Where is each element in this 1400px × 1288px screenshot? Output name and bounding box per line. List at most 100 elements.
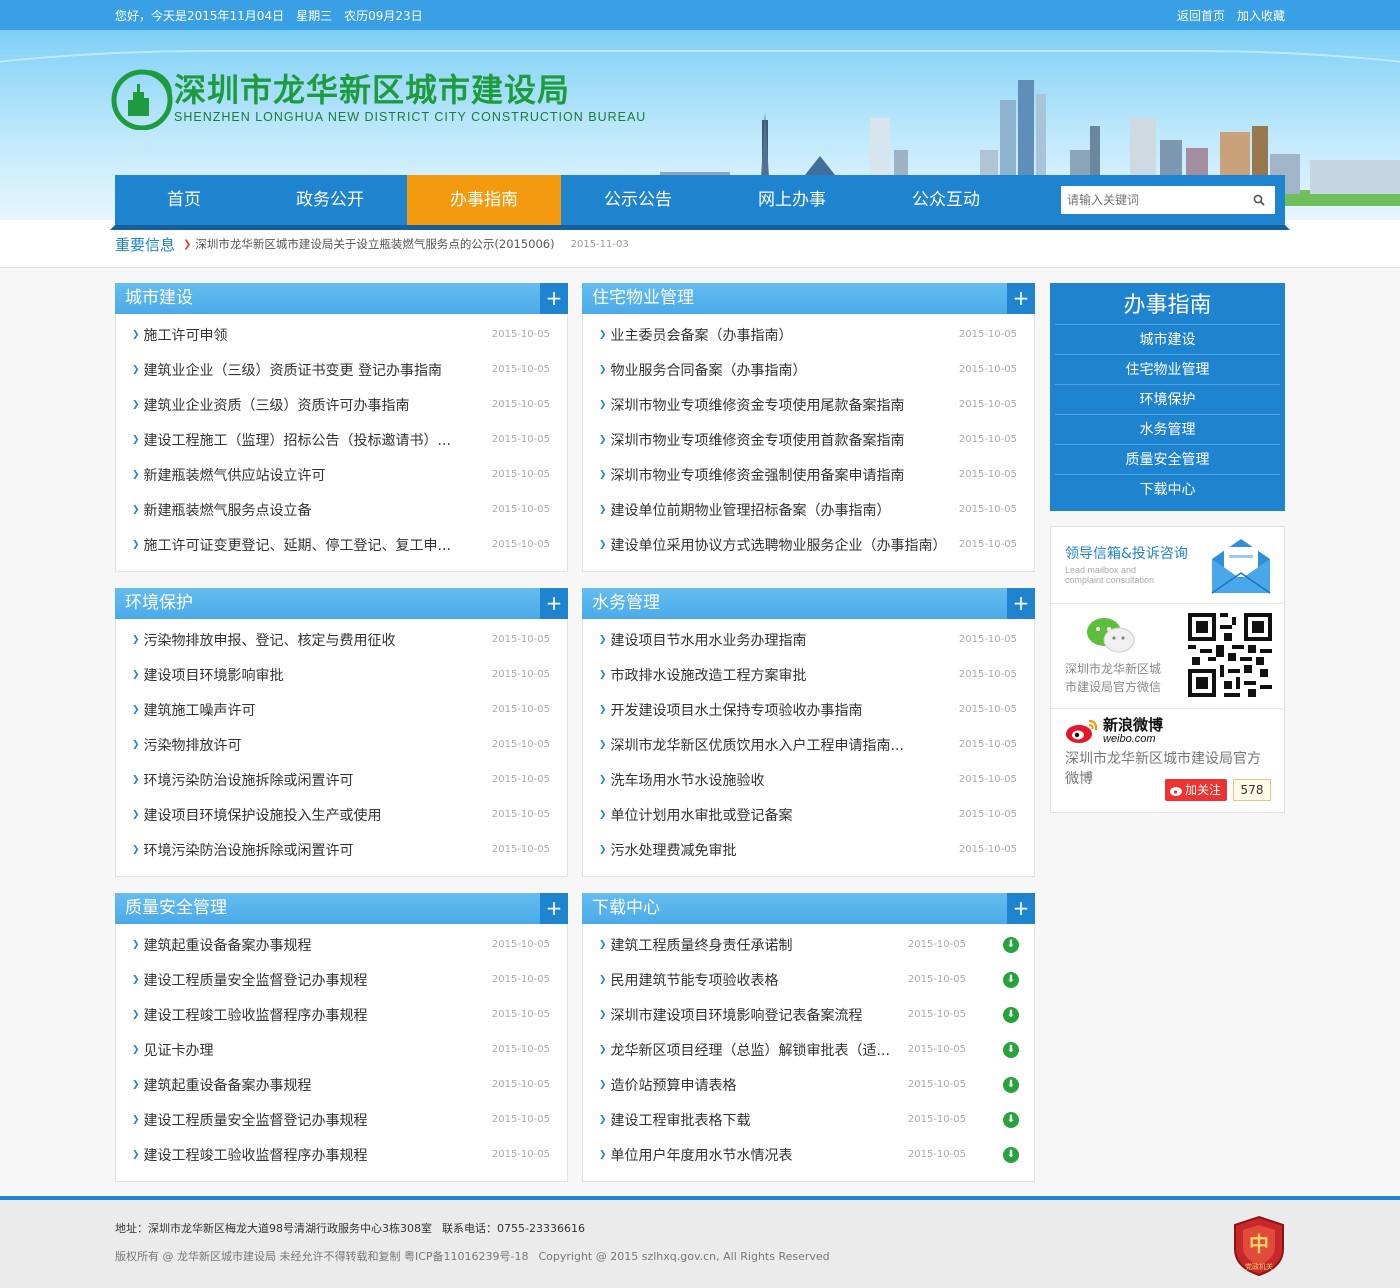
leader-mailbox-link[interactable]: 领导信箱&投诉咨询 Lead mailbox and complaint cons… (1051, 527, 1284, 604)
bullet-arrow-icon: ❯ (132, 1079, 140, 1090)
list-item-date: 2015-10-05 (907, 1114, 966, 1125)
list-item-link[interactable]: 施工许可申领 (144, 325, 228, 345)
search-button[interactable] (1247, 186, 1271, 214)
download-icon[interactable]: ⬇ (1003, 1076, 1019, 1093)
list-item-link[interactable]: 民用建筑节能专项验收表格 (611, 970, 779, 990)
list-item-link[interactable]: 污染物排放许可 (144, 735, 242, 755)
nav-service-guide[interactable]: 办事指南 (407, 175, 561, 225)
nav-online-service[interactable]: 网上办事 (715, 175, 869, 225)
list-item-link[interactable]: 污染物排放申报、登记、核定与费用征收 (144, 630, 396, 650)
list-item-link[interactable]: 建设工程施工（监理）招标公告（投标邀请书）... (144, 430, 451, 450)
nav-government-affairs[interactable]: 政务公开 (253, 175, 407, 225)
list-item-link[interactable]: 深圳市建设项目环境影响登记表备案流程 (611, 1005, 863, 1025)
list-item: ❯ 建设项目环境保护设施投入生产或使用 2015-10-05 (116, 797, 567, 832)
follow-label: 加关注 (1185, 783, 1222, 797)
more-plus-icon[interactable]: + (540, 893, 568, 924)
search-input[interactable] (1061, 186, 1247, 214)
list-item-link[interactable]: 建筑起重设备备案办事规程 (144, 1075, 312, 1095)
list-item-link[interactable]: 龙华新区项目经理（总监）解锁审批表（适... (611, 1040, 890, 1060)
list-item-link[interactable]: 建设单位采用协议方式选聘物业服务企业（办事指南） (611, 535, 947, 555)
list-item: ❯ 建设单位前期物业管理招标备案（办事指南） 2015-10-05 (583, 492, 1034, 527)
list-item-link[interactable]: 建设工程质量安全监督登记办事规程 (144, 1110, 368, 1130)
list-item: ❯ 物业服务合同备案（办事指南） 2015-10-05 (583, 352, 1034, 387)
list-item-link[interactable]: 深圳市物业专项维修资金强制使用备案申请指南 (611, 465, 905, 485)
nav-home[interactable]: 首页 (115, 175, 253, 225)
list-item-link[interactable]: 新建瓶装燃气服务点设立备 (144, 500, 312, 520)
more-plus-icon[interactable]: + (540, 283, 568, 314)
list-item-link[interactable]: 建筑工程质量终身责任承诺制 (611, 935, 793, 955)
download-icon[interactable]: ⬇ (1003, 1006, 1019, 1023)
list-item-link[interactable]: 建设工程竣工验收监督程序办事规程 (144, 1145, 368, 1165)
list-item-link[interactable]: 新建瓶装燃气供应站设立许可 (144, 465, 326, 485)
more-plus-icon[interactable]: + (1007, 893, 1035, 924)
guide-item-download-center[interactable]: 下载中心 (1055, 475, 1280, 505)
download-icon[interactable]: ⬇ (1003, 1146, 1019, 1163)
list-item-link[interactable]: 建设工程质量安全监督登记办事规程 (144, 970, 368, 990)
list-item-link[interactable]: 建筑起重设备备案办事规程 (144, 935, 312, 955)
download-icon[interactable]: ⬇ (1003, 1041, 1019, 1058)
guide-item-urban-construction[interactable]: 城市建设 (1055, 325, 1280, 355)
list-item-date: 2015-10-05 (958, 364, 1017, 375)
list-item-link[interactable]: 见证卡办理 (144, 1040, 214, 1060)
list-item-link[interactable]: 建设工程竣工验收监督程序办事规程 (144, 1005, 368, 1025)
list-item-link[interactable]: 建设项目环境影响审批 (144, 665, 284, 685)
panel-title: 住宅物业管理 (592, 288, 694, 308)
list-item-date: 2015-10-05 (958, 469, 1017, 480)
list-item-link[interactable]: 深圳市物业专项维修资金专项使用首款备案指南 (611, 430, 905, 450)
guide-item-quality-safety[interactable]: 质量安全管理 (1055, 445, 1280, 475)
list-item-link[interactable]: 洗车场用水节水设施验收 (611, 770, 765, 790)
list-item-link[interactable]: 业主委员会备案（办事指南） (611, 325, 793, 345)
list-item-link[interactable]: 施工许可证变更登记、延期、停工登记、复工申... (144, 535, 451, 555)
party-government-emblem-icon[interactable]: 中 党政机关 (1233, 1215, 1285, 1277)
list-item-date: 2015-10-05 (958, 739, 1017, 750)
list-item-link[interactable]: 市政排水设施改造工程方案审批 (611, 665, 807, 685)
list-item-link[interactable]: 物业服务合同备案（办事指南） (611, 360, 807, 380)
follow-button[interactable]: 加关注 (1165, 779, 1227, 801)
list-item-link[interactable]: 环境污染防治设施拆除或闲置许可 (144, 840, 354, 860)
guide-item-property-management[interactable]: 住宅物业管理 (1055, 355, 1280, 385)
list-item: ❯ 建设项目节水用水业务办理指南 2015-10-05 (583, 622, 1034, 657)
more-plus-icon[interactable]: + (1007, 588, 1035, 619)
download-icon[interactable]: ⬇ (1003, 1111, 1019, 1128)
list-item: ❯ 造价站预算申请表格 2015-10-05 ⬇ (583, 1067, 1034, 1102)
list-item: ❯ 民用建筑节能专项验收表格 2015-10-05 ⬇ (583, 962, 1034, 997)
bullet-arrow-icon: ❯ (599, 809, 607, 820)
back-home-link[interactable]: 返回首页 (1177, 9, 1225, 23)
list-item-link[interactable]: 建设项目环境保护设施投入生产或使用 (144, 805, 382, 825)
nav-announcements[interactable]: 公示公告 (561, 175, 715, 225)
list-item: ❯ 建设工程施工（监理）招标公告（投标邀请书）... 2015-10-05 (116, 422, 567, 457)
panel-header: 城市建设 + (115, 283, 568, 314)
list-item-link[interactable]: 建筑业企业资质（三级）资质许可办事指南 (144, 395, 410, 415)
more-plus-icon[interactable]: + (540, 588, 568, 619)
list-item-link[interactable]: 建筑施工噪声许可 (144, 700, 256, 720)
guide-item-water-management[interactable]: 水务管理 (1055, 415, 1280, 445)
list-item-link[interactable]: 造价站预算申请表格 (611, 1075, 737, 1095)
download-icon[interactable]: ⬇ (1003, 971, 1019, 988)
list-item-link[interactable]: 单位用户年度用水节水情况表 (611, 1145, 793, 1165)
add-favorite-link[interactable]: 加入收藏 (1237, 9, 1285, 23)
list-item-link[interactable]: 开发建设项目水土保持专项验收办事指南 (611, 700, 863, 720)
site-logo[interactable]: 深圳市龙华新区城市建设局 SHENZHEN LONGHUA NEW DISTRI… (110, 66, 646, 130)
list-item-link[interactable]: 建筑业企业（三级）资质证书变更 登记办事指南 (144, 360, 442, 380)
list-item-link[interactable]: 单位计划用水审批或登记备案 (611, 805, 793, 825)
notice-link[interactable]: 深圳市龙华新区城市建设局关于设立瓶装燃气服务点的公示(2015006) (195, 236, 554, 252)
list-item-link[interactable]: 建设工程审批表格下载 (611, 1110, 751, 1130)
site-title-en: SHENZHEN LONGHUA NEW DISTRICT CITY CONST… (174, 110, 647, 124)
nav-public-interaction[interactable]: 公众互动 (869, 175, 1023, 225)
panel-download-center: 下载中心 + ❯ 建筑工程质量终身责任承诺制 2015-10-05 ⬇ ❯ 民用建筑节能专项验… (582, 893, 1035, 1182)
list-item-link[interactable]: 深圳市物业专项维修资金专项使用尾款备案指南 (611, 395, 905, 415)
list-item-link[interactable]: 建设项目节水用水业务办理指南 (611, 630, 807, 650)
list-item-link[interactable]: 建设单位前期物业管理招标备案（办事指南） (611, 500, 891, 520)
list-item: ❯ 环境污染防治设施拆除或闲置许可 2015-10-05 (116, 762, 567, 797)
more-plus-icon[interactable]: + (1007, 283, 1035, 314)
list-item: ❯ 污染物排放许可 2015-10-05 (116, 727, 567, 762)
list-item-date: 2015-10-05 (958, 329, 1017, 340)
panel-environmental-protection: 环境保护 + ❯ 污染物排放申报、登记、核定与费用征收 2015-10-05 ❯ 建设项目环… (115, 588, 568, 877)
list-item: ❯ 新建瓶装燃气服务点设立备 2015-10-05 (116, 492, 567, 527)
list-item-link[interactable]: 深圳市龙华新区优质饮用水入户工程申请指南... (611, 735, 904, 755)
list-item-link[interactable]: 环境污染防治设施拆除或闲置许可 (144, 770, 354, 790)
panel-title: 城市建设 (125, 288, 193, 308)
list-item-link[interactable]: 污水处理费减免审批 (611, 840, 737, 860)
guide-item-environmental-protection[interactable]: 环境保护 (1055, 385, 1280, 415)
download-icon[interactable]: ⬇ (1003, 936, 1019, 953)
